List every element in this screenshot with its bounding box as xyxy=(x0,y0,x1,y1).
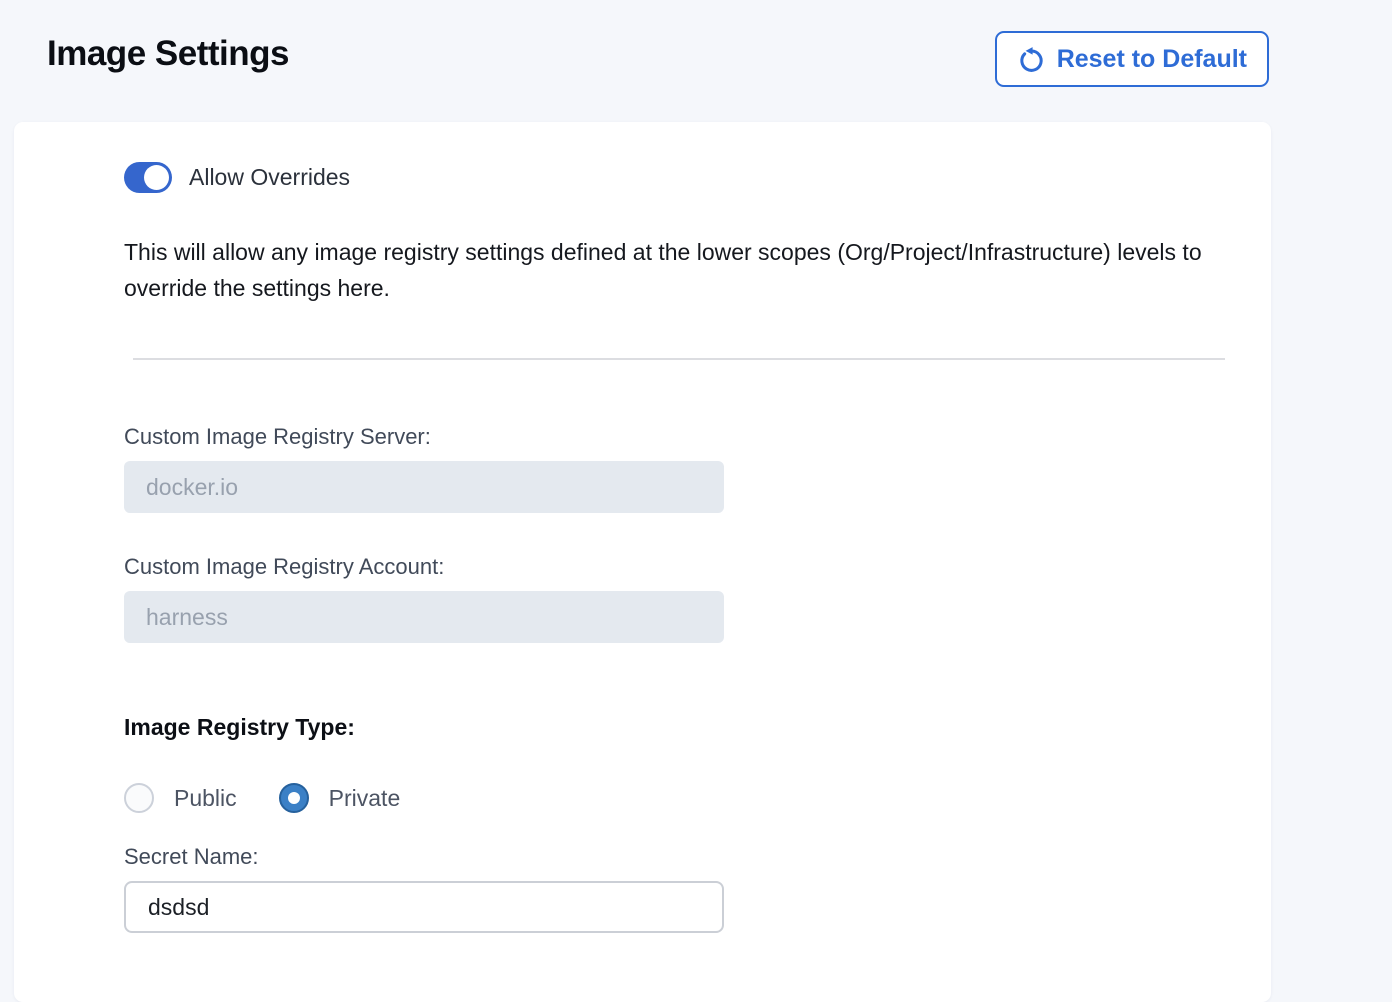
image-settings-card: Allow Overrides This will allow any imag… xyxy=(14,122,1271,1002)
reset-button-label: Reset to Default xyxy=(1057,45,1247,74)
toggle-knob-icon xyxy=(144,165,169,190)
overrides-description: This will allow any image registry setti… xyxy=(124,234,1254,306)
registry-type-radio-group: Public Private xyxy=(124,783,1271,813)
reset-to-default-button[interactable]: Reset to Default xyxy=(995,31,1269,87)
radio-option-public[interactable]: Public xyxy=(124,783,237,813)
radio-unselected-icon xyxy=(124,783,154,813)
allow-overrides-toggle[interactable] xyxy=(124,162,172,193)
registry-type-label: Image Registry Type: xyxy=(124,714,1271,741)
radio-private-label: Private xyxy=(329,785,401,812)
registry-server-label: Custom Image Registry Server: xyxy=(124,424,1271,450)
section-divider xyxy=(133,358,1225,360)
allow-overrides-label: Allow Overrides xyxy=(189,164,350,191)
radio-public-label: Public xyxy=(174,785,237,812)
radio-option-private[interactable]: Private xyxy=(279,783,401,813)
secret-name-label: Secret Name: xyxy=(124,844,1271,870)
registry-account-input[interactable] xyxy=(124,591,724,643)
secret-name-input[interactable] xyxy=(124,881,724,933)
registry-account-label: Custom Image Registry Account: xyxy=(124,554,1271,580)
radio-selected-icon xyxy=(279,783,309,813)
reset-counterclockwise-icon xyxy=(1017,45,1046,74)
registry-server-input[interactable] xyxy=(124,461,724,513)
allow-overrides-row: Allow Overrides xyxy=(124,162,1271,193)
page-title: Image Settings xyxy=(47,34,289,74)
